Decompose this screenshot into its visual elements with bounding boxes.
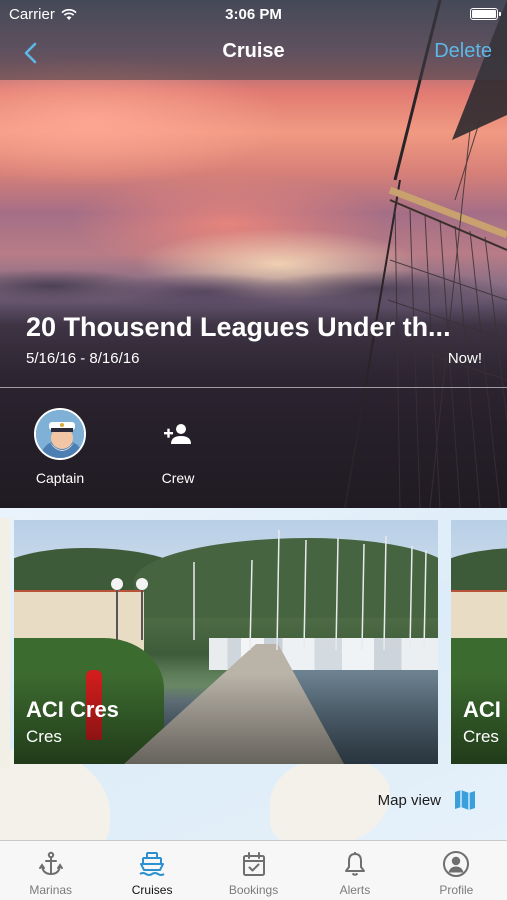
tab-label: Alerts bbox=[339, 883, 371, 897]
person-circle-icon bbox=[443, 851, 470, 877]
tab-label: Marinas bbox=[29, 883, 73, 897]
cruise-dates: 5/16/16 - 8/16/16 bbox=[26, 350, 140, 367]
tab-profile[interactable]: Profile bbox=[406, 841, 507, 900]
calendar-check-icon bbox=[242, 852, 265, 876]
tab-label: Profile bbox=[439, 883, 474, 897]
crew-label: Crew bbox=[161, 470, 195, 486]
add-person-icon bbox=[164, 424, 191, 444]
map-view-button[interactable]: Map view bbox=[378, 788, 477, 812]
marina-location: Cres bbox=[463, 727, 499, 746]
captain-illustration bbox=[36, 410, 84, 458]
captain-item[interactable]: Captain bbox=[15, 408, 105, 486]
battery-icon bbox=[470, 8, 501, 20]
bell-icon bbox=[344, 852, 365, 876]
tab-label: Bookings bbox=[228, 883, 279, 897]
map-view-label: Map view bbox=[377, 791, 441, 809]
marina-name: ACI Cres bbox=[26, 697, 119, 722]
anchor-icon bbox=[38, 851, 63, 876]
marina-card[interactable]: ACI Cres Cres bbox=[14, 520, 438, 764]
cruise-title: 20 Thousend Leagues Under th... bbox=[26, 312, 451, 342]
tab-bookings[interactable]: Bookings bbox=[203, 841, 304, 900]
tab-bar: Marinas Cruises Bookings Alerts Profile bbox=[0, 840, 507, 900]
cruise-hero: Carrier 3:06 PM Cruise Delete 20 Thousen… bbox=[0, 0, 507, 508]
crew-item[interactable]: Crew bbox=[133, 408, 223, 486]
marina-location: Cres bbox=[26, 727, 62, 746]
tab-alerts[interactable]: Alerts bbox=[304, 841, 405, 900]
marina-map[interactable]: ACI Cres Cres ACI Cres Map view bbox=[0, 508, 507, 840]
ship-icon bbox=[139, 852, 165, 876]
nav-bar: Cruise Delete bbox=[0, 28, 507, 78]
marina-name: ACI bbox=[463, 697, 501, 722]
map-icon bbox=[455, 790, 475, 810]
status-bar: Carrier 3:06 PM bbox=[0, 0, 507, 28]
tab-label: Cruises bbox=[131, 883, 173, 897]
captain-label: Captain bbox=[35, 470, 85, 486]
marina-card[interactable]: ACI Cres bbox=[451, 520, 507, 764]
captain-avatar bbox=[34, 408, 86, 460]
tab-cruises[interactable]: Cruises bbox=[101, 841, 202, 900]
page-title: Cruise bbox=[222, 40, 285, 62]
clock: 3:06 PM bbox=[225, 6, 282, 23]
divider bbox=[0, 387, 507, 388]
delete-button[interactable]: Delete bbox=[434, 40, 492, 63]
tab-marinas[interactable]: Marinas bbox=[0, 841, 101, 900]
cruise-status: Now! bbox=[447, 350, 482, 367]
